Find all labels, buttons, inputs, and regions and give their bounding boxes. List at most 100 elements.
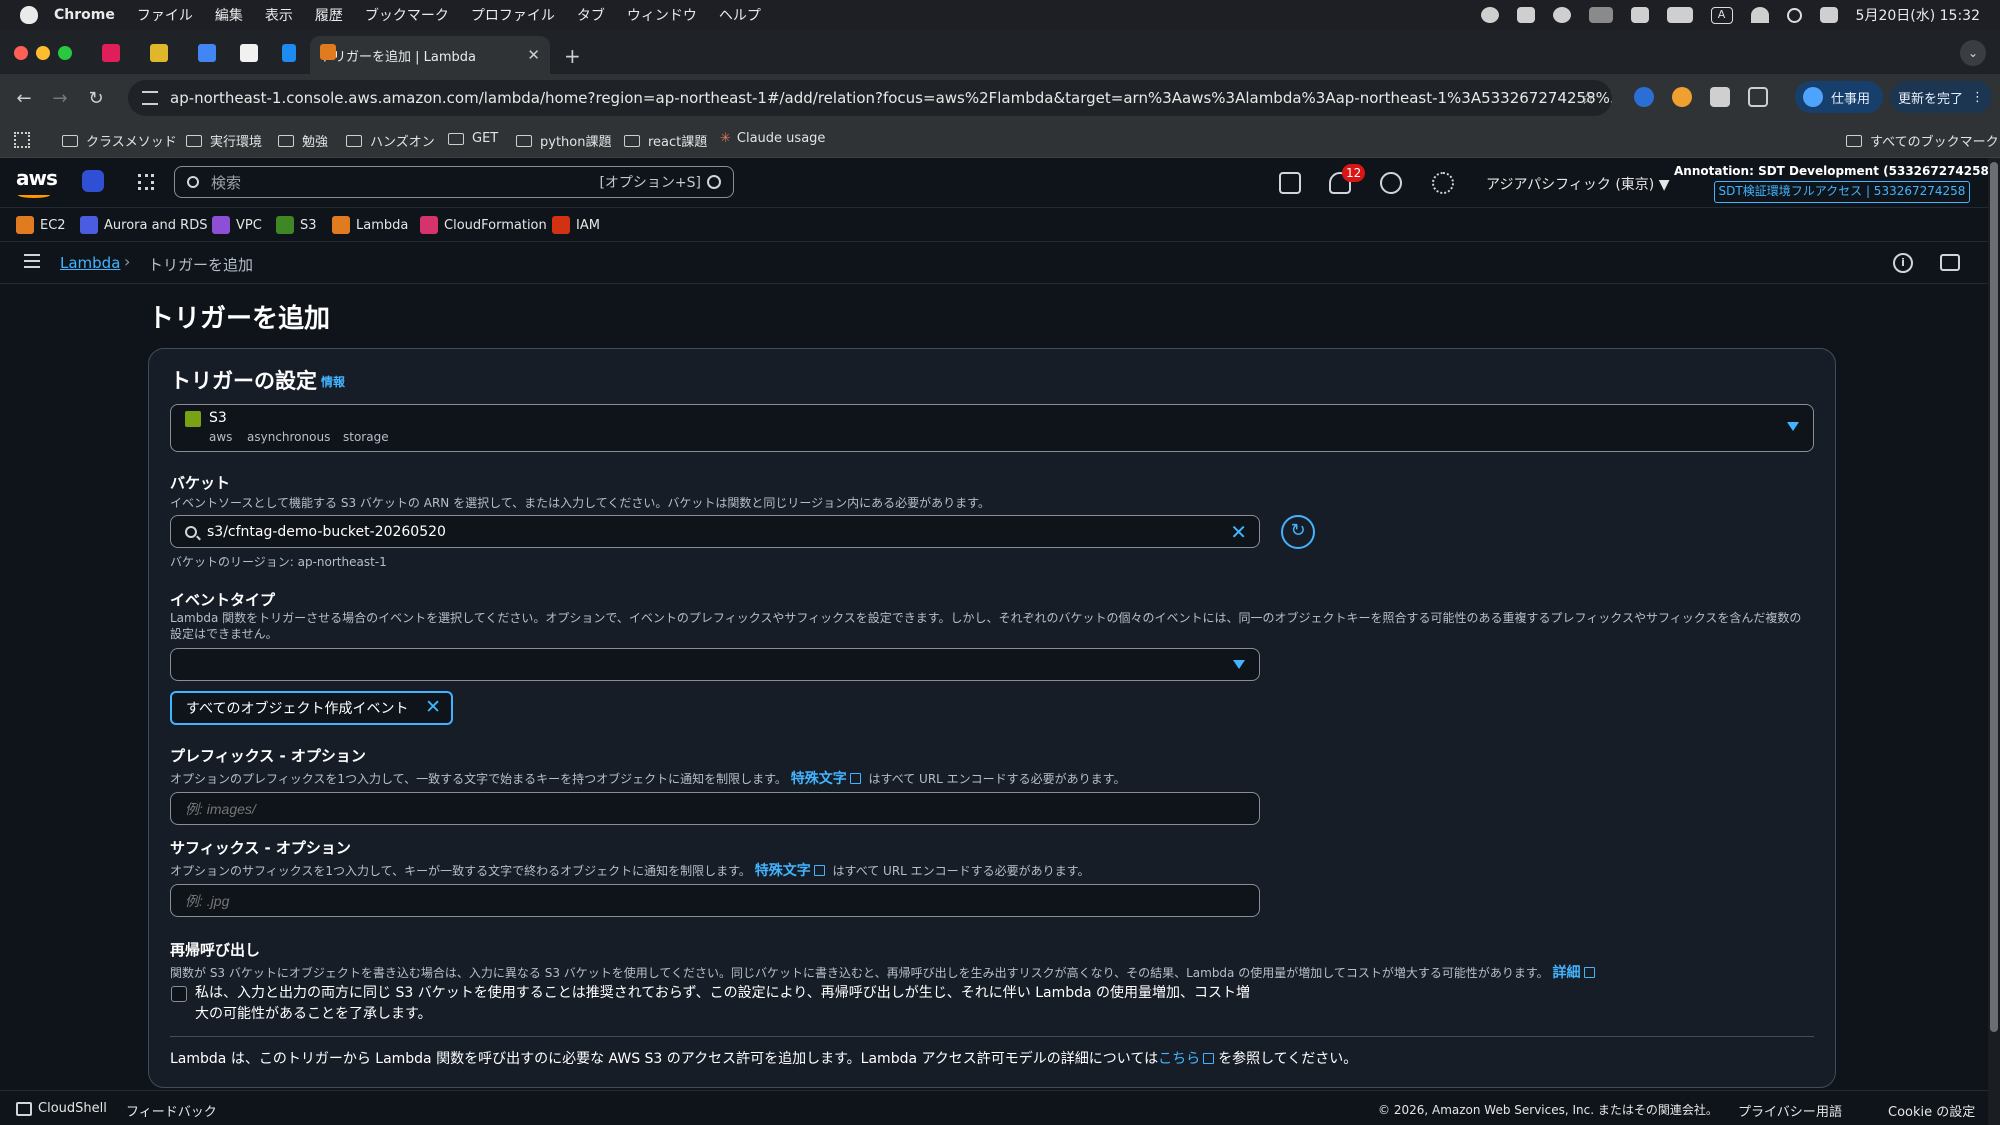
bucket-input-value[interactable]: s3/cfntag-demo-bucket-20260520 bbox=[207, 524, 446, 540]
menu-tab[interactable]: タブ bbox=[577, 5, 605, 25]
privacy-link[interactable]: プライバシー bbox=[1738, 1101, 1816, 1120]
tab-calendar-icon[interactable] bbox=[198, 44, 216, 62]
url-text[interactable]: ap-northeast-1.console.aws.amazon.com/la… bbox=[170, 89, 1612, 107]
search-clear-icon[interactable] bbox=[707, 175, 721, 189]
recursive-acknowledge-text[interactable]: 私は、入力と出力の両方に同じ S3 バケットを使用することは推奨されておらず、こ… bbox=[195, 983, 1255, 1025]
event-type-select[interactable] bbox=[170, 648, 1260, 681]
text-extension-icon[interactable] bbox=[1710, 87, 1730, 107]
control-center-icon[interactable] bbox=[1819, 7, 1838, 23]
favorite-iam[interactable]: IAM bbox=[552, 216, 600, 234]
favorite-aurora-rds[interactable]: Aurora and RDS bbox=[80, 216, 207, 234]
zoom-icon[interactable] bbox=[1480, 7, 1499, 23]
stack-icon[interactable] bbox=[1630, 7, 1649, 23]
bookmark-folder[interactable]: python課題 bbox=[516, 131, 611, 150]
remove-token-icon[interactable]: ✕ bbox=[425, 696, 441, 718]
bookmark-star-icon[interactable]: ☆ bbox=[1580, 88, 1596, 109]
learn-more-link[interactable]: 詳細 bbox=[1553, 965, 1581, 981]
feedback-button[interactable]: フィードバック bbox=[126, 1101, 217, 1120]
global-search-input[interactable]: 検索 [オプション+S] bbox=[174, 166, 734, 198]
permission-model-link[interactable]: こちら bbox=[1158, 1051, 1200, 1067]
settings-gear-icon[interactable] bbox=[1432, 172, 1454, 194]
window-close-button[interactable] bbox=[14, 46, 28, 60]
tab-close-icon[interactable]: ✕ bbox=[527, 46, 540, 64]
aws-logo[interactable]: aws bbox=[16, 166, 58, 198]
suffix-input[interactable] bbox=[170, 884, 1260, 917]
window-minimize-button[interactable] bbox=[36, 46, 50, 60]
cloudshell-button[interactable]: CloudShell bbox=[38, 1101, 107, 1116]
menu-window[interactable]: ウィンドウ bbox=[627, 5, 697, 25]
extension-icon[interactable] bbox=[1672, 87, 1692, 107]
tab-search-chevron-icon[interactable]: ⌄ bbox=[1960, 40, 1986, 66]
reload-icon[interactable]: ↻ bbox=[78, 88, 114, 109]
favorite-ec2[interactable]: EC2 bbox=[16, 216, 66, 234]
menu-bookmarks[interactable]: ブックマーク bbox=[365, 5, 449, 25]
info-link[interactable]: 情報 bbox=[321, 373, 345, 390]
tab-pin-icon[interactable] bbox=[282, 44, 296, 62]
update-button[interactable]: 更新を完了 ⋮ bbox=[1890, 81, 1992, 113]
profile-button[interactable]: 仕事用 bbox=[1795, 81, 1883, 113]
battery-icon[interactable] bbox=[1666, 7, 1693, 23]
puzzle-extensions-icon[interactable] bbox=[1748, 87, 1768, 107]
active-tab[interactable]: トリガーを追加 | Lambda ✕ bbox=[310, 36, 550, 74]
password-manager-icon[interactable] bbox=[1552, 7, 1571, 23]
menubar-clock[interactable]: 5月20日(水) 15:32 bbox=[1856, 5, 1980, 25]
bookmark-folder[interactable]: GET bbox=[448, 131, 498, 146]
favorite-cloudformation[interactable]: CloudFormation bbox=[420, 216, 547, 234]
window-zoom-button[interactable] bbox=[58, 46, 72, 60]
region-selector[interactable]: アジアパシフィック (東京) ▼ bbox=[1486, 174, 1669, 194]
bookmark-folder[interactable]: 勉強 bbox=[278, 131, 328, 150]
prefix-input[interactable] bbox=[170, 792, 1260, 825]
bookmark-folder[interactable]: react課題 bbox=[624, 131, 707, 150]
special-characters-link[interactable]: 特殊文字 bbox=[791, 771, 847, 787]
info-panel-icon[interactable]: i bbox=[1893, 253, 1913, 273]
cookie-settings-link[interactable]: Cookie の設定 bbox=[1888, 1101, 1975, 1120]
services-grid-icon[interactable] bbox=[138, 174, 154, 190]
wifi-icon[interactable] bbox=[1750, 7, 1769, 23]
special-characters-link[interactable]: 特殊文字 bbox=[755, 863, 811, 879]
bookmark-folder[interactable]: 実行環境 bbox=[186, 131, 262, 150]
menu-profile[interactable]: プロファイル bbox=[471, 5, 555, 25]
menu-hamburger-icon[interactable] bbox=[24, 254, 40, 268]
kebab-menu-icon[interactable]: ⋮ bbox=[1971, 90, 1984, 105]
cloudshell-icon[interactable] bbox=[1279, 172, 1301, 194]
cloudshell-terminal-icon[interactable] bbox=[16, 1102, 32, 1116]
favorite-vpc[interactable]: VPC bbox=[212, 216, 262, 234]
bookmark-link[interactable]: ✳ Claude usage bbox=[720, 131, 825, 146]
menu-history[interactable]: 履歴 bbox=[315, 5, 343, 25]
unified-settings-icon[interactable] bbox=[82, 170, 104, 192]
menu-edit[interactable]: 編集 bbox=[215, 5, 243, 25]
favorite-lambda[interactable]: Lambda bbox=[332, 216, 408, 234]
favorite-s3[interactable]: S3 bbox=[276, 216, 317, 234]
address-bar[interactable]: ap-northeast-1.console.aws.amazon.com/la… bbox=[128, 80, 1612, 116]
new-tab-button[interactable]: + bbox=[564, 44, 581, 68]
forward-arrow-icon[interactable]: → bbox=[42, 88, 78, 109]
feedback-panel-icon[interactable] bbox=[1940, 254, 1960, 271]
help-icon[interactable] bbox=[1380, 172, 1402, 194]
spotlight-search-icon[interactable] bbox=[1786, 7, 1802, 23]
tab-extension-icon[interactable] bbox=[150, 44, 168, 62]
clear-icon[interactable]: ✕ bbox=[1230, 520, 1247, 544]
onepassword-extension-icon[interactable] bbox=[1634, 87, 1654, 107]
bookmark-folder[interactable]: ハンズオン bbox=[346, 131, 435, 150]
terms-link[interactable]: 用語 bbox=[1816, 1101, 1842, 1120]
tab-doc-icon[interactable] bbox=[240, 44, 258, 62]
back-arrow-icon[interactable]: ← bbox=[6, 88, 42, 109]
tab-slack-icon[interactable] bbox=[102, 44, 120, 62]
all-bookmarks-folder[interactable]: すべてのブックマーク bbox=[1846, 131, 1999, 150]
menu-file[interactable]: ファイル bbox=[137, 5, 193, 25]
input-source-indicator[interactable]: A bbox=[1710, 6, 1733, 24]
apple-icon[interactable] bbox=[20, 6, 38, 24]
bookmark-folder[interactable]: クラスメソッド bbox=[62, 131, 177, 150]
cloud-icon[interactable] bbox=[1588, 7, 1613, 23]
account-menu[interactable]: Annotation: SDT Development (53326727425… bbox=[1674, 164, 2000, 178]
bucket-input[interactable]: s3/cfntag-demo-bucket-20260520 ✕ bbox=[170, 515, 1260, 548]
recursive-acknowledge-checkbox[interactable] bbox=[171, 986, 187, 1002]
menu-app[interactable]: Chrome bbox=[54, 7, 115, 23]
airplane-icon[interactable] bbox=[1516, 7, 1535, 23]
scrollbar-thumb[interactable] bbox=[1990, 162, 1998, 1032]
trigger-source-select[interactable]: S3 aws asynchronous storage bbox=[170, 404, 1814, 452]
apps-grid-icon[interactable] bbox=[14, 132, 30, 148]
refresh-icon[interactable]: ↻ bbox=[1281, 515, 1315, 549]
menu-help[interactable]: ヘルプ bbox=[719, 5, 761, 25]
site-settings-icon[interactable] bbox=[142, 91, 158, 105]
